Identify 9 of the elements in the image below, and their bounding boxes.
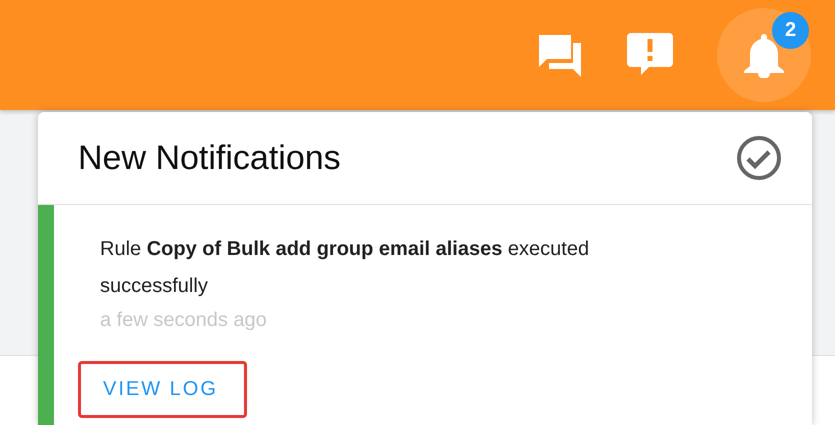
view-log-button[interactable]: VIEW LOG (78, 361, 247, 418)
check-circle-icon[interactable] (736, 135, 782, 181)
bell-icon (742, 32, 786, 78)
feedback-icon[interactable] (627, 33, 673, 77)
chat-icon[interactable] (537, 33, 583, 77)
panel-title: New Notifications (78, 138, 341, 178)
notification-count-badge: 2 (772, 12, 809, 49)
notifications-button[interactable]: 2 (717, 8, 811, 102)
notification-message: Rule Copy of Bulk add group email aliases executed successfully (99, 237, 590, 299)
